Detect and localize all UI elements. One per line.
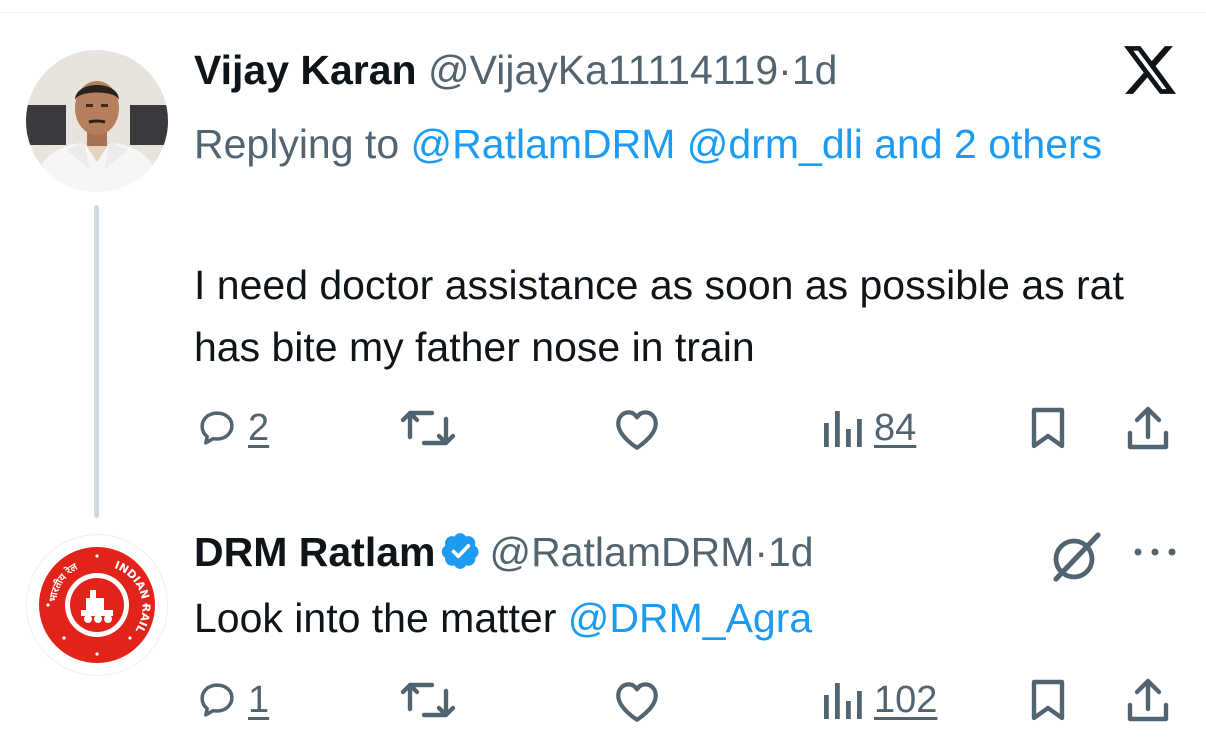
- like-button[interactable]: [612, 398, 662, 458]
- bookmark-icon: [1031, 679, 1065, 721]
- tweet-header: Vijay Karan @VijayKa11114119·1d: [194, 46, 837, 94]
- views-count: 84: [874, 406, 917, 449]
- indian-railways-logo: INDIAN RAILWAYS भारतीय रेल: [26, 534, 167, 675]
- reply-button[interactable]: 1: [196, 670, 269, 730]
- share-button[interactable]: [1126, 398, 1170, 458]
- user-handle[interactable]: @VijayKa11114119: [428, 47, 778, 93]
- mention-link[interactable]: @DRM_Agra: [568, 595, 812, 641]
- replying-to-label: Replying to: [194, 121, 400, 167]
- reply-icon: [200, 683, 234, 717]
- views-button[interactable]: 84: [820, 398, 916, 458]
- timestamp[interactable]: 1d: [768, 529, 814, 575]
- display-name[interactable]: DRM Ratlam: [194, 529, 435, 575]
- tweet-text-content: Look into the matter: [194, 595, 557, 641]
- retweet-icon: [400, 682, 456, 718]
- reply-count: 2: [248, 406, 270, 449]
- like-icon: [616, 410, 658, 450]
- like-icon: [616, 682, 658, 722]
- tweet-vijay-karan[interactable]: Vijay Karan @VijayKa11114119·1d Replying…: [0, 0, 1206, 520]
- tweet-actions: 2 84: [0, 398, 1206, 458]
- bookmark-button[interactable]: [1028, 398, 1068, 458]
- replying-to: Replying to @RatlamDRM @drm_dli and 2 ot…: [194, 110, 1124, 178]
- user-photo: [26, 50, 168, 192]
- retweet-icon: [400, 410, 456, 446]
- tweet-actions: 1 102: [0, 670, 1206, 730]
- views-count: 102: [874, 678, 938, 721]
- display-name[interactable]: Vijay Karan: [194, 47, 417, 93]
- separator-dot: ·: [778, 47, 792, 93]
- share-icon: [1127, 678, 1169, 722]
- bookmark-icon: [1031, 407, 1065, 449]
- mention-link[interactable]: @RatlamDRM: [411, 121, 676, 167]
- like-button[interactable]: [612, 670, 662, 730]
- separator-dot: ·: [754, 529, 768, 575]
- reply-count: 1: [248, 678, 270, 721]
- retweet-button[interactable]: [398, 670, 458, 730]
- tweet-text: I need doctor assistance as soon as poss…: [194, 262, 1124, 370]
- user-handle[interactable]: @RatlamDRM: [489, 529, 754, 575]
- timestamp[interactable]: 1d: [792, 47, 838, 93]
- verified-badge-icon[interactable]: [441, 531, 481, 571]
- more-icon[interactable]: [1130, 542, 1180, 562]
- share-button[interactable]: [1126, 670, 1170, 730]
- views-button[interactable]: 102: [820, 670, 937, 730]
- avatar[interactable]: INDIAN RAILWAYS भारतीय रेल: [26, 534, 168, 676]
- tweet-header: DRM Ratlam @RatlamDRM·1d: [194, 528, 814, 576]
- mention-link-others[interactable]: @drm_dli and 2 others: [687, 121, 1102, 167]
- grok-icon[interactable]: [1048, 529, 1104, 585]
- views-icon: [824, 683, 862, 719]
- avatar[interactable]: [26, 50, 168, 192]
- bookmark-button[interactable]: [1028, 670, 1068, 730]
- tweet-drm-ratlam[interactable]: INDIAN RAILWAYS भारतीय रेल: [0, 520, 1206, 753]
- views-icon: [824, 411, 862, 447]
- share-icon: [1127, 406, 1169, 450]
- tweet-text: Look into the matter @DRM_Agra: [194, 587, 1174, 649]
- reply-icon: [200, 411, 234, 445]
- retweet-button[interactable]: [398, 398, 458, 458]
- reply-button[interactable]: 2: [196, 398, 269, 458]
- x-logo-icon[interactable]: [1124, 46, 1176, 94]
